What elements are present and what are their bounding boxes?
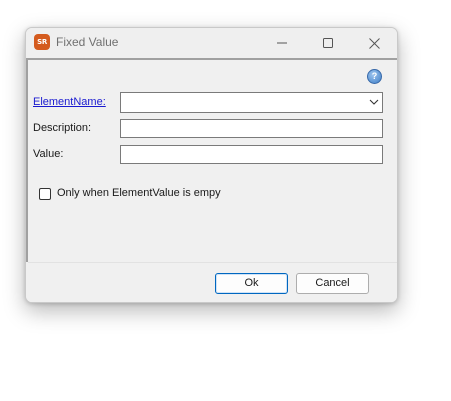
dialog-client-area: ? ElementName: Description: Value: Only … — [26, 58, 397, 302]
help-icon[interactable]: ? — [367, 69, 382, 84]
chevron-down-icon — [369, 99, 379, 105]
button-bar: Ok Cancel — [28, 262, 397, 302]
fixed-value-dialog: SR Fixed Value ? ElementName: Descriptio… — [25, 27, 398, 303]
minimize-icon — [277, 42, 287, 44]
client-left-border — [26, 60, 28, 262]
sr-app-icon: SR — [34, 34, 50, 50]
only-when-empty-checkbox[interactable] — [39, 188, 51, 200]
element-name-combobox[interactable] — [120, 92, 383, 113]
value-label: Value: — [33, 148, 64, 160]
element-name-link[interactable]: ElementName: — [33, 96, 106, 108]
only-when-empty-label[interactable]: Only when ElementValue is empy — [57, 187, 221, 199]
minimize-button[interactable] — [259, 28, 305, 58]
description-label: Description: — [33, 122, 92, 134]
maximize-button[interactable] — [305, 28, 351, 58]
close-button[interactable] — [351, 28, 397, 58]
window-title: Fixed Value — [56, 35, 119, 49]
value-input[interactable] — [120, 145, 383, 164]
title-bar[interactable]: SR Fixed Value — [26, 28, 397, 58]
description-input[interactable] — [120, 119, 383, 138]
ok-button[interactable]: Ok — [215, 273, 288, 294]
close-icon — [368, 37, 380, 49]
cancel-button[interactable]: Cancel — [296, 273, 369, 294]
maximize-icon — [323, 38, 333, 48]
